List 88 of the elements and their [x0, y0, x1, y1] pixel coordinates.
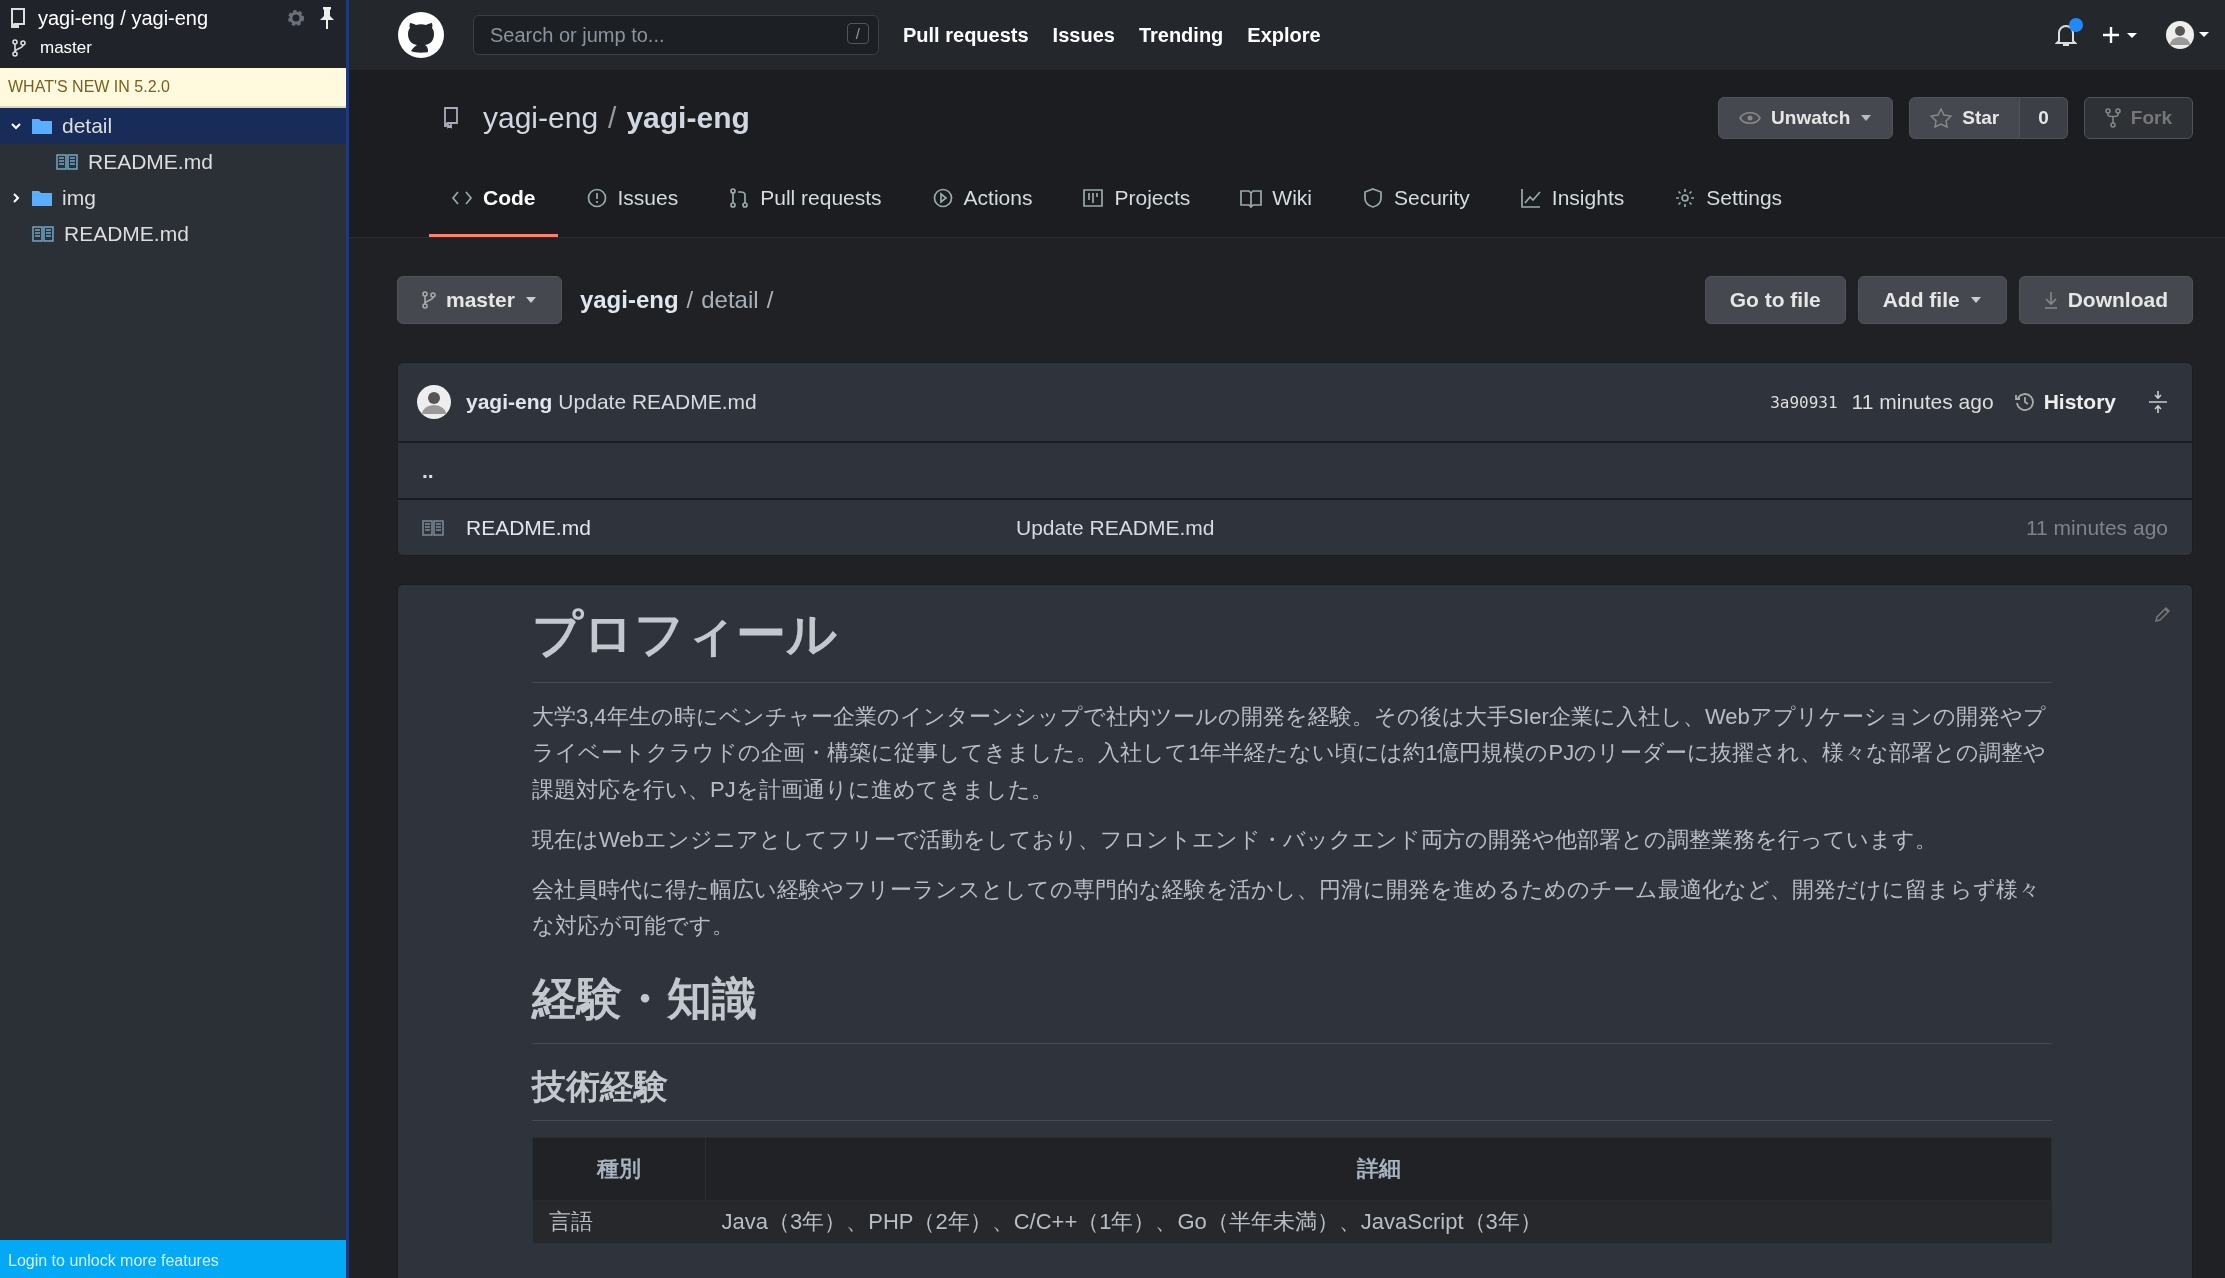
commit-author[interactable]: yagi-eng — [466, 390, 553, 414]
file-time: 11 minutes ago — [2025, 515, 2168, 540]
book-icon — [422, 519, 444, 536]
play-icon — [931, 187, 954, 209]
repo-tab[interactable]: Settings — [1652, 166, 1805, 237]
branch-select-button[interactable]: master — [397, 276, 562, 324]
repo-icon — [443, 107, 459, 129]
caret-icon — [1969, 296, 1982, 304]
chevron-icon — [10, 120, 22, 132]
chevron-icon — [10, 192, 22, 204]
repo-tab[interactable]: Insights — [1497, 166, 1647, 237]
unwatch-button[interactable]: Unwatch — [1718, 97, 1894, 139]
branch-icon — [422, 291, 436, 309]
repo-icon — [10, 8, 26, 28]
pencil-icon[interactable] — [2154, 605, 2172, 623]
nav-link[interactable]: Explore — [1247, 23, 1321, 47]
eye-icon — [1739, 110, 1762, 126]
download-icon — [2043, 291, 2058, 309]
board-icon — [1082, 187, 1105, 209]
commit-message[interactable]: Update README.md — [1016, 515, 2004, 540]
commit-sha[interactable]: 3a90931 — [1770, 392, 1838, 412]
path-separator: / — [608, 101, 617, 135]
bell-icon[interactable] — [2055, 22, 2077, 48]
tree-item[interactable]: README.md — [0, 144, 346, 180]
avatar-icon[interactable] — [2165, 19, 2211, 51]
repo-tab[interactable]: Wiki — [1218, 166, 1334, 237]
tree-item[interactable]: detail — [0, 108, 346, 144]
fork-icon — [2104, 108, 2121, 128]
issue-icon — [585, 187, 608, 209]
folder-icon — [32, 190, 52, 206]
shield-icon — [1362, 187, 1384, 209]
branch-icon — [12, 39, 26, 57]
folder-icon — [32, 118, 52, 134]
star-button[interactable]: Star — [1909, 97, 2021, 139]
repo-owner-link[interactable]: yagi-eng — [483, 101, 599, 135]
download-button[interactable]: Download — [2018, 276, 2193, 324]
repo-tab[interactable]: Pull requests — [706, 166, 904, 237]
readme-subheading: 技術経験 — [532, 1063, 2052, 1121]
repo-tab[interactable]: Projects — [1060, 166, 1213, 237]
tree-item[interactable]: README.md — [0, 216, 346, 252]
table-header: 詳細 — [705, 1137, 2052, 1201]
repo-name[interactable]: yagi-eng / yagi-eng — [38, 6, 274, 30]
table-header: 種別 — [532, 1137, 706, 1201]
caret-icon — [524, 296, 537, 304]
book-icon — [56, 154, 78, 170]
parent-directory-link[interactable]: .. — [422, 458, 434, 483]
repo-tab[interactable]: Actions — [909, 166, 1055, 237]
pull-request-icon — [728, 187, 751, 209]
breadcrumb-link[interactable]: yagi-eng — [579, 286, 679, 314]
octocat-logo-icon[interactable] — [397, 11, 445, 59]
avatar-icon — [416, 384, 452, 420]
readme-paragraph: 会社員時代に得た幅広い経験やフリーランスとしての専門的な経験を活かし、円滑に開発を進めるためのチーム最適化など、開発だけに留まらず様々な対応が可能です。 — [532, 876, 2041, 941]
nav-link[interactable]: Issues — [1052, 23, 1115, 47]
readme-paragraph: 大学3,4年生の時にベンチャー企業のインターンシップで社内ツールの開発を経験。その後は大手SIer企業に入社し、Webアプリケーションの開発やプライベートクラウドの企画・構築に従事してきました。入社して1年半経たない頃には約1億円規模のPJのリーダーに抜擢され、様々な部署との調整や課題対応を行い、PJを計画通りに進めてきました。 — [532, 703, 2048, 804]
whats-new-banner[interactable]: WHAT'S NEW IN 5.2.0 — [0, 68, 346, 108]
commit-time: 11 minutes ago — [1851, 390, 1994, 414]
readme-paragraph: 現在はWebエンジニアとしてフリーで活動をしており、フロントエンド・バックエンド両方の開発や他部署との調整業務を行っています。 — [532, 825, 1938, 854]
shortcut-key: / — [846, 23, 869, 44]
history-link[interactable]: History — [2013, 390, 2116, 414]
collapse-icon[interactable] — [2148, 390, 2168, 414]
star-count[interactable]: 0 — [2020, 97, 2068, 139]
path-separator: / — [766, 286, 774, 314]
nav-link[interactable]: Pull requests — [903, 23, 1029, 47]
commit-message[interactable]: Update README.md — [558, 390, 757, 414]
pin-icon[interactable] — [318, 6, 336, 30]
table-cell: Java（3年）、PHP（2年）、C/C++（1年）、Go（半年未満）、JavaScript（3年） — [705, 1200, 2052, 1243]
repo-tab[interactable]: Security — [1340, 166, 1492, 237]
go-to-file-button[interactable]: Go to file — [1704, 276, 1846, 324]
repo-tab[interactable]: Issues — [563, 166, 701, 237]
star-icon — [1930, 108, 1953, 128]
settings-icon[interactable] — [286, 8, 306, 28]
file-link[interactable]: README.md — [466, 515, 994, 540]
caret-icon — [1860, 114, 1873, 122]
clock-icon — [2013, 391, 2036, 413]
tree-item[interactable]: img — [0, 180, 346, 216]
nav-link[interactable]: Trending — [1138, 23, 1224, 47]
readme-heading: プロフィール — [532, 601, 2052, 683]
table-cell: 言語 — [532, 1200, 706, 1243]
repo-name-link[interactable]: yagi-eng — [626, 101, 750, 135]
readme-heading: 経験・知識 — [532, 968, 2052, 1044]
settings-icon — [1674, 187, 1697, 209]
path-separator: / — [686, 286, 694, 314]
graph-icon — [1519, 187, 1542, 209]
breadcrumb-current: detail — [701, 286, 759, 314]
branch-name[interactable]: master — [40, 38, 92, 58]
book-icon — [32, 226, 54, 242]
add-file-button[interactable]: Add file — [1857, 276, 2007, 324]
book-icon — [1240, 187, 1263, 209]
